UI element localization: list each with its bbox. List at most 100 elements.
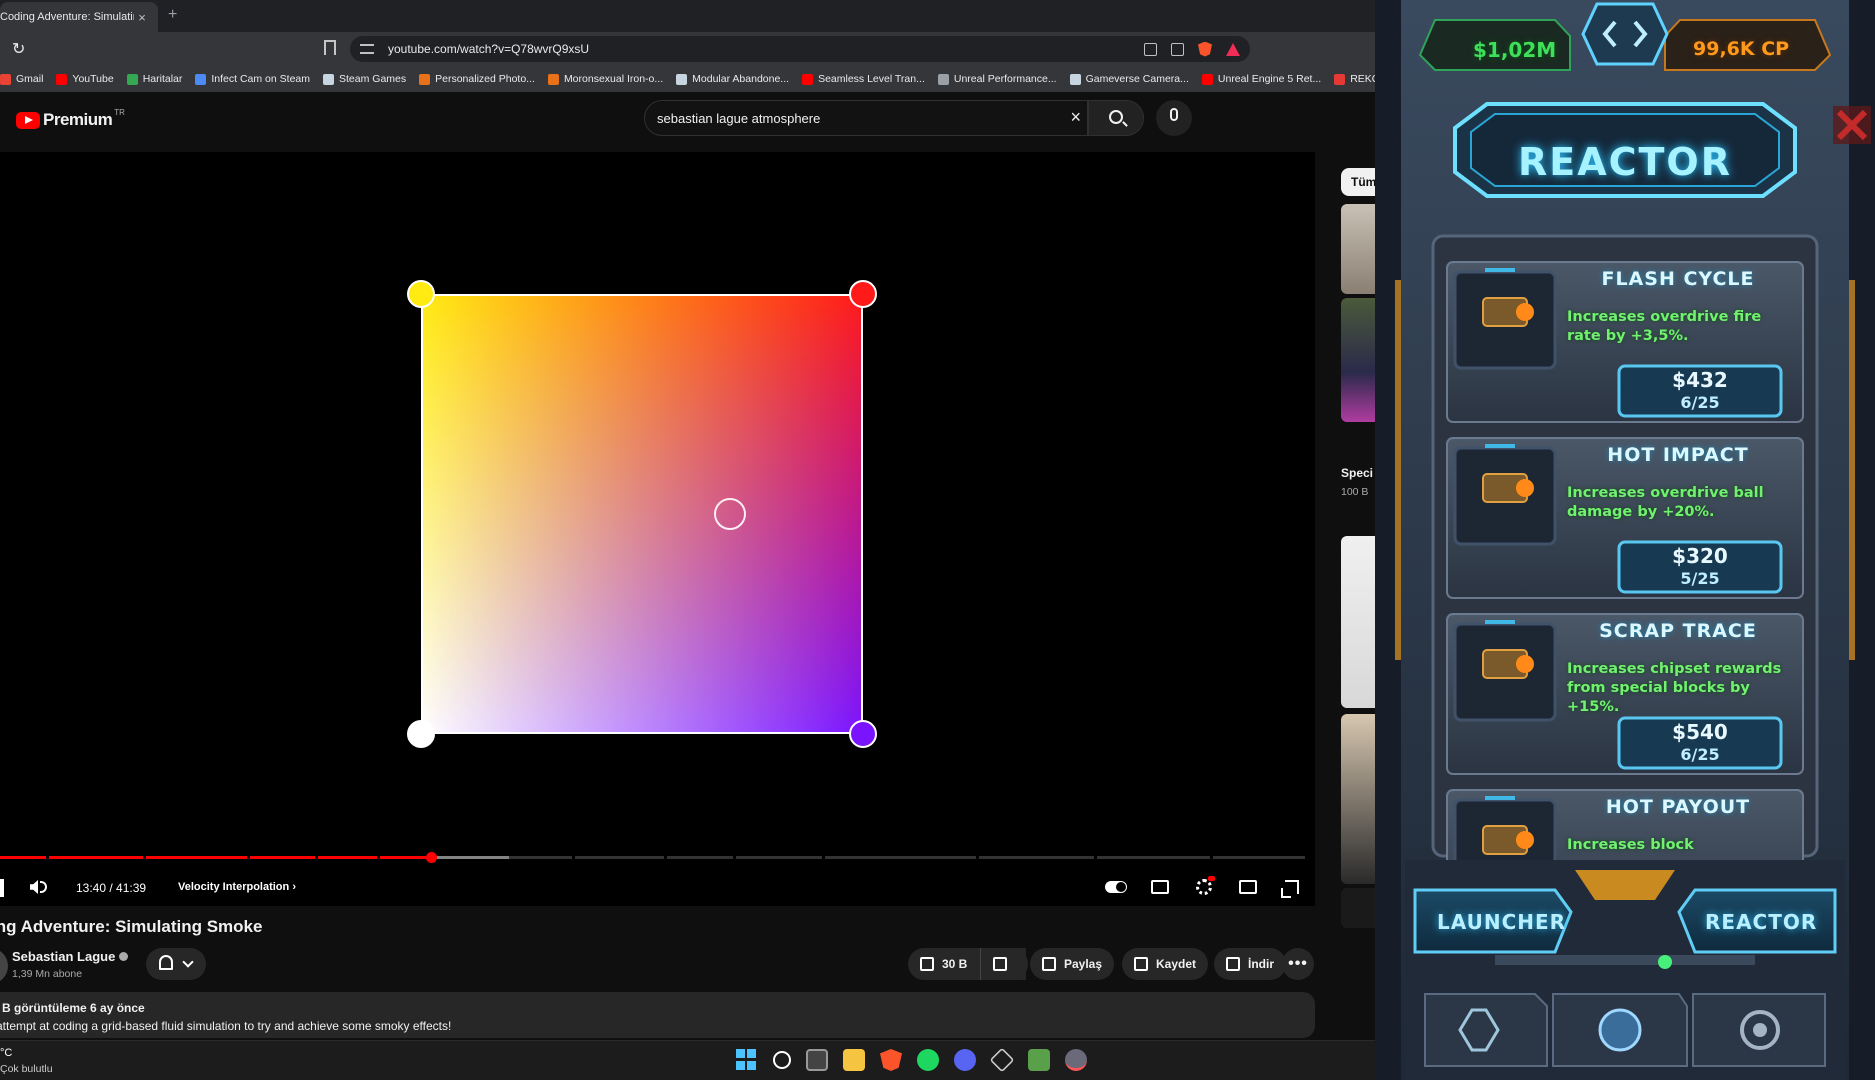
buy-upgrade-button[interactable]: $540 6/25 xyxy=(1619,718,1781,768)
time-display: 13:40 / 41:39 xyxy=(76,881,147,895)
buy-upgrade-button[interactable]: $320 5/25 xyxy=(1619,542,1781,592)
brave-rewards-icon[interactable] xyxy=(1226,42,1240,56)
video-thumbnail[interactable] xyxy=(1341,888,1375,928)
upgrade-level: 6/25 xyxy=(1680,393,1720,412)
upgrade-title: SCRAP TRACE xyxy=(1599,620,1757,642)
channel-avatar[interactable] xyxy=(0,948,8,984)
bookmark-item[interactable]: Gmail xyxy=(0,73,43,85)
progress-bar[interactable] xyxy=(0,852,1305,863)
bookmark-item[interactable]: Infect Cam on Steam xyxy=(195,73,310,85)
bookmark-item[interactable]: Steam Games xyxy=(323,73,406,85)
color-gradient-square xyxy=(421,294,863,734)
buy-upgrade-button[interactable]: $432 6/25 xyxy=(1619,366,1781,416)
video-title[interactable]: Speci xyxy=(1341,466,1373,480)
video-thumbnail[interactable] xyxy=(1341,536,1375,708)
chevron-right-icon: › xyxy=(292,881,296,893)
chapter-marker xyxy=(315,856,318,859)
upgrade-tab-icon[interactable] xyxy=(1425,994,1547,1066)
more-actions-button[interactable]: ••• xyxy=(1282,948,1314,980)
reload-icon[interactable]: ↻ xyxy=(12,39,25,59)
microphone-icon xyxy=(1170,108,1178,121)
bookmark-label: Seamless Level Tran... xyxy=(818,73,925,85)
windows-start-icon[interactable] xyxy=(736,1049,758,1071)
settings-tab-icon[interactable] xyxy=(1693,994,1825,1066)
bookmark-item[interactable]: Modular Abandone... xyxy=(676,73,789,85)
share-button[interactable]: Paylaş xyxy=(1030,948,1115,980)
game-app-icon[interactable] xyxy=(1065,1049,1087,1071)
bookmark-item[interactable]: REKOR'DA xyxy=(1334,73,1375,85)
theater-mode-button[interactable] xyxy=(1237,876,1259,898)
bookmark-icon[interactable] xyxy=(324,40,336,55)
subtitles-button[interactable] xyxy=(1149,876,1171,898)
weather-temperature[interactable]: °C xyxy=(0,1047,12,1059)
core-tab-icon[interactable] xyxy=(1553,994,1687,1066)
save-button[interactable]: Kaydet xyxy=(1122,948,1209,980)
weather-condition[interactable]: Çok bulutlu xyxy=(0,1063,53,1075)
tab-youtube-video[interactable]: Coding Adventure: Simulating × xyxy=(0,2,158,32)
launcher-tab-button[interactable]: LAUNCHER xyxy=(1437,910,1566,934)
pause-icon[interactable] xyxy=(0,879,4,897)
chapter-marker xyxy=(664,856,667,859)
gear-icon xyxy=(1196,876,1215,895)
chevron-down-icon xyxy=(182,956,194,968)
bookmark-item[interactable]: Haritalar xyxy=(126,73,182,85)
upgrade-price: $320 xyxy=(1672,544,1728,568)
upgrade-description: Increases chipset rewards from special b… xyxy=(1567,661,1782,715)
description-box[interactable]: 1 B görüntüleme 6 ay önce attempt at cod… xyxy=(0,992,1315,1038)
app-icon[interactable] xyxy=(1028,1049,1050,1071)
chapter-marker xyxy=(143,856,146,859)
bookmark-item[interactable]: Personalized Photo... xyxy=(419,73,535,85)
verified-icon xyxy=(119,952,129,961)
file-explorer-icon[interactable] xyxy=(843,1049,865,1071)
bookmark-item[interactable]: Unreal Engine 5 Ret... xyxy=(1201,73,1321,85)
search-icon[interactable] xyxy=(773,1051,791,1069)
video-player[interactable]: 13:40 / 41:39 Velocity Interpolation › xyxy=(0,152,1315,906)
voice-search-button[interactable] xyxy=(1156,100,1192,136)
logo-text: Premium xyxy=(43,110,113,129)
share-icon[interactable] xyxy=(1171,42,1184,56)
chapter-button[interactable]: Velocity Interpolation › xyxy=(178,881,296,893)
progress-scrubber-handle[interactable] xyxy=(425,852,437,863)
task-view-icon[interactable] xyxy=(806,1049,828,1071)
spotify-icon[interactable] xyxy=(917,1049,939,1071)
reactor-tab-button[interactable]: REACTOR xyxy=(1705,910,1817,934)
upgrade-title: FLASH CYCLE xyxy=(1601,268,1755,290)
dislike-button[interactable] xyxy=(980,948,1028,980)
brave-shields-icon[interactable] xyxy=(1198,41,1212,57)
fullscreen-button[interactable] xyxy=(1281,876,1303,898)
new-tab-icon[interactable]: + xyxy=(168,6,177,24)
video-thumbnail[interactable] xyxy=(1341,298,1375,422)
video-thumbnail[interactable] xyxy=(1341,204,1375,294)
settings-button[interactable] xyxy=(1193,876,1215,898)
site-info-icon[interactable] xyxy=(360,44,374,54)
search-button[interactable] xyxy=(1088,100,1144,136)
address-bar[interactable]: youtube.com/watch?v=Q78wvrQ9xsU xyxy=(350,36,1250,62)
url-text: youtube.com/watch?v=Q78wvrQ9xsU xyxy=(388,42,590,56)
save-bookmark-icon xyxy=(1134,957,1148,971)
discord-icon[interactable] xyxy=(954,1049,976,1071)
tab-close-icon[interactable]: × xyxy=(134,10,150,25)
save-label: Kaydet xyxy=(1156,957,1197,971)
bookmark-item[interactable]: Seamless Level Tran... xyxy=(802,73,925,85)
player-controls-right xyxy=(1105,876,1303,898)
search-input[interactable]: sebastian lague atmosphere × xyxy=(644,100,1088,136)
bookmark-item[interactable]: Unreal Performance... xyxy=(937,73,1057,85)
video-thumbnail[interactable] xyxy=(1341,714,1375,884)
autoplay-toggle[interactable] xyxy=(1105,876,1127,898)
bookmark-item[interactable]: Gameverse Camera... xyxy=(1069,73,1189,85)
channel-name[interactable]: Sebastian Lague xyxy=(12,949,129,964)
chapter-title: Velocity Interpolation xyxy=(178,881,290,893)
youtube-premium-logo[interactable]: Premium TR xyxy=(16,108,125,130)
bookmark-item[interactable]: YouTube xyxy=(56,73,114,85)
volume-icon[interactable] xyxy=(30,880,38,894)
upgrade-item-icon xyxy=(1455,624,1555,720)
address-bar-actions xyxy=(1144,36,1250,62)
bookmark-item[interactable]: Moronsexual Iron-o... xyxy=(547,73,663,85)
clear-search-icon[interactable]: × xyxy=(1070,107,1081,128)
download-button[interactable]: İndir xyxy=(1214,948,1286,980)
notification-button[interactable] xyxy=(146,948,206,980)
unity-icon[interactable] xyxy=(989,1047,1015,1073)
open-in-app-icon[interactable] xyxy=(1144,42,1157,56)
brave-browser-icon[interactable] xyxy=(880,1049,902,1071)
filter-chip-all[interactable]: Tümü xyxy=(1341,168,1375,196)
